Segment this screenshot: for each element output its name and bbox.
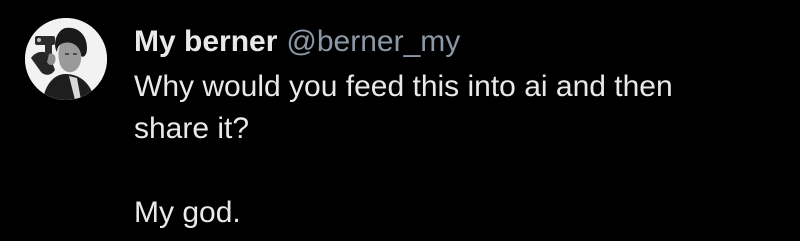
profile-photo-icon [25,18,107,100]
user-handle[interactable]: @berner_my [286,22,460,62]
avatar[interactable] [25,18,107,100]
tweet-card: My berner @berner_my Why would you feed … [0,0,800,241]
tweet-text: Why would you feed this into ai and then… [134,66,774,234]
tweet-text-line: Why would you feed this into ai and then [134,70,673,103]
tweet-header: My berner @berner_my [134,22,774,62]
tweet-content: My berner @berner_my Why would you feed … [134,22,774,234]
tweet-text-line: share it? [134,112,250,145]
display-name[interactable]: My berner [134,22,277,62]
tweet-text-line: My god. [134,196,241,229]
